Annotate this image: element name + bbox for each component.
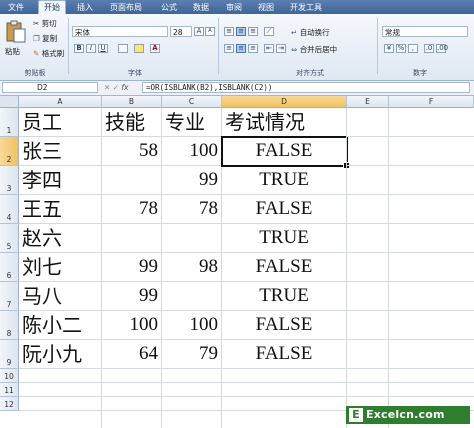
fill-color-icon[interactable] (134, 44, 144, 53)
increase-indent-icon[interactable]: ⇥ (276, 44, 286, 53)
empty-grid-lines (19, 108, 474, 428)
alignment-group-label: 对齐方式 (296, 69, 324, 77)
font-color-icon[interactable]: A (150, 44, 160, 53)
bold-button[interactable]: B (74, 44, 84, 53)
borders-icon[interactable] (118, 44, 128, 53)
tab-view[interactable]: 视图 (253, 1, 279, 14)
format-painter-label: 格式刷 (41, 49, 65, 58)
decrease-indent-icon[interactable]: ⇤ (264, 44, 274, 53)
number-group-label: 数字 (413, 69, 427, 77)
font-group-label: 字体 (128, 69, 142, 77)
formula-bar: D2 ✕ ✓ fx =OR(ISBLANK(B2),ISBLANK(C2)) (0, 81, 474, 96)
font-shrink-icon[interactable]: A (205, 27, 215, 36)
clipboard-group-label: 剪贴板 (24, 69, 46, 77)
cut-button[interactable]: ✂ 剪切 (33, 18, 57, 29)
italic-button[interactable]: I (86, 44, 96, 53)
wrap-text-icon: ↵ (291, 28, 298, 37)
currency-icon[interactable]: ¥ (384, 44, 394, 53)
font-grow-icon[interactable]: A (194, 27, 204, 36)
tab-review[interactable]: 审阅 (221, 1, 247, 14)
font-name-select[interactable]: 宋体 (72, 26, 168, 37)
decrease-decimal-icon[interactable]: .00 (436, 44, 448, 53)
paste-icon (6, 20, 26, 43)
font-size-select[interactable]: 28 (170, 26, 192, 37)
scissors-icon: ✂ (33, 19, 40, 28)
merge-icon: ⇔ (291, 45, 298, 54)
tab-file[interactable]: 文件 (3, 1, 29, 14)
wrap-text-button[interactable]: ↵ 自动换行 (291, 27, 330, 38)
cut-label: 剪切 (41, 19, 57, 28)
percent-icon[interactable]: % (396, 44, 406, 53)
copy-label: 复制 (42, 34, 58, 43)
brush-icon: ✎ (33, 49, 40, 58)
copy-button[interactable]: ❐ 复制 (33, 33, 57, 44)
tab-formulas[interactable]: 公式 (156, 1, 182, 14)
underline-button[interactable]: U (98, 44, 108, 53)
tab-data[interactable]: 数据 (188, 1, 214, 14)
align-left-icon[interactable]: ≡ (224, 44, 234, 53)
align-bottom-icon[interactable]: ≡ (248, 27, 258, 36)
merge-center-label: 合并后居中 (299, 45, 338, 54)
number-format-select[interactable]: 常规 (382, 26, 468, 37)
watermark-text: Excelcn.com (366, 408, 445, 421)
tab-insert[interactable]: 插入 (72, 1, 98, 14)
comma-style-icon[interactable]: , (408, 44, 418, 53)
format-painter-button[interactable]: ✎ 格式刷 (33, 48, 64, 59)
orientation-icon[interactable]: ⟋ (264, 27, 274, 36)
tab-page-layout[interactable]: 页面布局 (104, 1, 148, 14)
paste-button[interactable]: 粘贴 (3, 18, 29, 58)
formula-input[interactable]: =OR(ISBLANK(B2),ISBLANK(C2)) (142, 82, 470, 93)
tab-home[interactable]: 开始 (38, 0, 66, 15)
align-top-icon[interactable]: ≡ (224, 27, 234, 36)
fx-icon[interactable]: ✕ ✓ fx (104, 82, 140, 93)
wrap-text-label: 自动换行 (299, 28, 330, 37)
align-center-icon[interactable]: ≡ (236, 44, 246, 53)
merge-center-button[interactable]: ⇔ 合并后居中 (291, 44, 337, 55)
site-watermark: E Excelcn.com (346, 406, 470, 424)
align-right-icon[interactable]: ≡ (248, 44, 258, 53)
copy-icon: ❐ (33, 34, 40, 43)
increase-decimal-icon[interactable]: .0 (424, 44, 434, 53)
ribbon-home: 粘贴 ✂ 剪切 ❐ 复制 ✎ 格式刷 剪贴板 宋体 28 A A B I U A… (0, 14, 474, 81)
name-box[interactable]: D2 (2, 82, 98, 93)
paste-label: 粘贴 (5, 47, 20, 56)
watermark-logo-icon: E (349, 408, 363, 422)
align-middle-icon[interactable]: ≡ (236, 27, 246, 36)
tab-developer[interactable]: 开发工具 (284, 1, 328, 14)
ribbon-tab-bar: 文件 开始 插入 页面布局 公式 数据 审阅 视图 开发工具 (0, 0, 474, 15)
